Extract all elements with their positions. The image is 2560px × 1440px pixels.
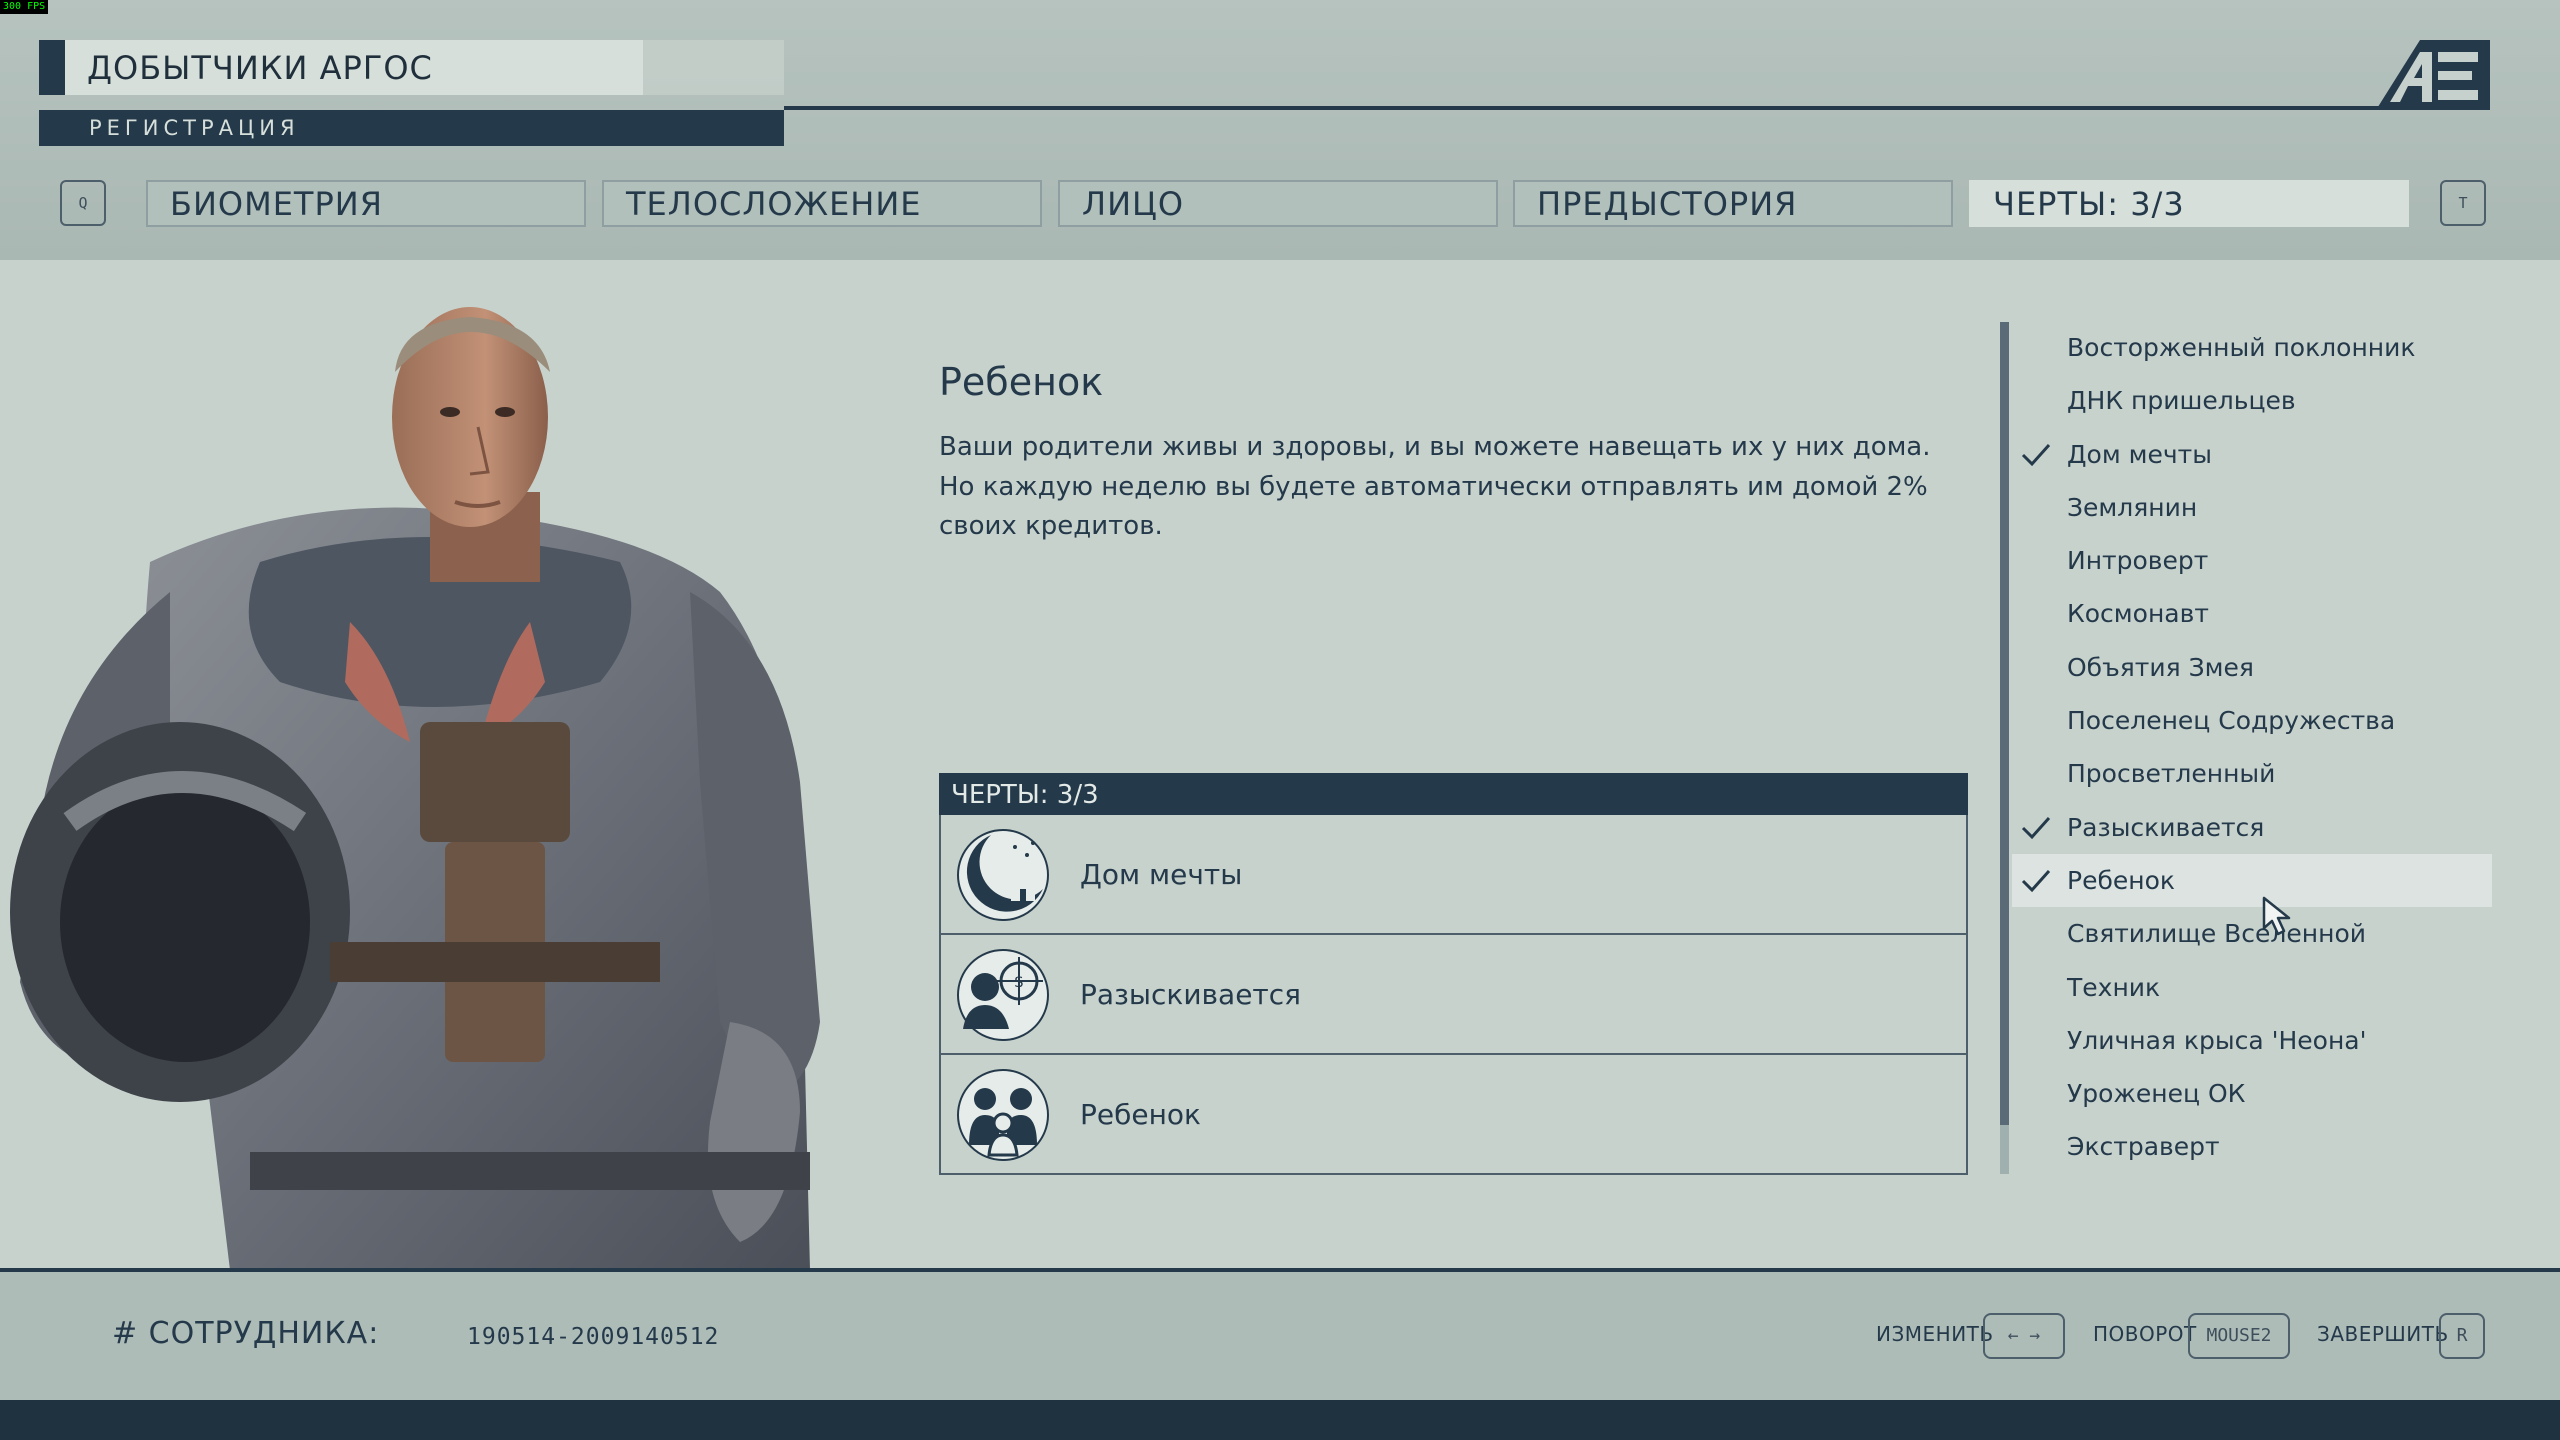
- selected-trait-row[interactable]: Дом мечты: [939, 815, 1968, 935]
- trait-list-item-label: Просветленный: [2067, 759, 2276, 789]
- checkmark-icon: [2021, 816, 2051, 839]
- trait-list-item-label: Космонавт: [2067, 599, 2209, 629]
- mouse-cursor-icon: [2262, 896, 2291, 936]
- trait-list-item[interactable]: Просветленный: [2012, 747, 2492, 800]
- tab-face[interactable]: ЛИЦО: [1058, 180, 1498, 227]
- character-preview[interactable]: [0, 262, 900, 1270]
- trait-list-item-label: Уроженец ОК: [2067, 1079, 2246, 1109]
- header: 300 FPS ДОБЫТЧИКИ АРГОС РЕГИСТРАЦИЯ Q БИ…: [0, 0, 2560, 260]
- trait-list-item-label: Разыскивается: [2067, 812, 2265, 842]
- trait-list-item-label: Объятия Змея: [2067, 652, 2254, 682]
- selected-trait-name: Разыскивается: [1080, 978, 1301, 1011]
- tab-biometrics[interactable]: БИОМЕТРИЯ: [146, 180, 586, 227]
- rotate-mouse2-button[interactable]: MOUSE2: [2188, 1313, 2290, 1359]
- trait-list-item-label: Экстраверт: [2067, 1132, 2220, 1162]
- trait-list-item-label: Техник: [2067, 972, 2161, 1002]
- bottom-band: [0, 1400, 2560, 1440]
- tab-traits[interactable]: ЧЕРТЫ: 3/3: [1969, 180, 2409, 227]
- trait-list: Восторженный поклонник ДНК пришельцев До…: [2012, 321, 2492, 1174]
- trait-list-item-label: Интроверт: [2067, 546, 2209, 576]
- checkmark-icon: [2021, 443, 2051, 466]
- trait-list-item[interactable]: Поселенец Содружества: [2012, 694, 2492, 747]
- selected-trait-name: Дом мечты: [1080, 858, 1243, 891]
- employee-number-value: 190514-2009140512: [467, 1324, 720, 1350]
- trait-list-item-label: Ребенок: [2067, 865, 2175, 895]
- trait-list-item-label: Землянин: [2067, 492, 2198, 522]
- prev-tab-key[interactable]: Q: [60, 180, 106, 226]
- dream-home-icon: [957, 829, 1049, 921]
- change-arrows-button[interactable]: ← →: [1983, 1313, 2065, 1359]
- section-title: РЕГИСТРАЦИЯ: [89, 116, 300, 140]
- trait-list-item[interactable]: Техник: [2012, 961, 2492, 1014]
- trait-list-item-label: Святилище Вселенной: [2067, 919, 2367, 949]
- trait-list-item[interactable]: Космонавт: [2012, 587, 2492, 640]
- trait-list-item-label: Дом мечты: [2067, 439, 2212, 469]
- next-tab-key[interactable]: T: [2440, 180, 2486, 226]
- trait-list-item[interactable]: Экстраверт: [2012, 1120, 2492, 1173]
- finish-r-button[interactable]: R: [2439, 1313, 2485, 1359]
- trait-list-item-label: ДНК пришельцев: [2067, 386, 2296, 416]
- trait-list-item-label: Поселенец Содружества: [2067, 706, 2396, 736]
- finish-hint-label: ЗАВЕРШИТЬ: [2317, 1322, 2449, 1346]
- employee-number-label: # СОТРУДНИКА:: [112, 1316, 380, 1351]
- constellation-logo-icon: [2376, 40, 2490, 110]
- trait-list-item[interactable]: ДНК пришельцев: [2012, 374, 2492, 427]
- selected-trait-row[interactable]: Ребенок: [939, 1055, 1968, 1175]
- selected-traits-header: ЧЕРТЫ: 3/3: [939, 773, 1968, 815]
- trait-list-item[interactable]: Восторженный поклонник: [2012, 321, 2492, 374]
- selected-trait-row[interactable]: $ Разыскивается: [939, 935, 1968, 1055]
- tab-background[interactable]: ПРЕДЫСТОРИЯ: [1513, 180, 1953, 227]
- trait-detail-description: Ваши родители живы и здоровы, и вы может…: [939, 432, 1931, 541]
- trait-list-item[interactable]: Разыскивается: [2012, 801, 2492, 854]
- tab-physique[interactable]: ТЕЛОСЛОЖЕНИЕ: [602, 180, 1042, 227]
- trait-list-item[interactable]: Объятия Змея: [2012, 641, 2492, 694]
- trait-list-item[interactable]: Интроверт: [2012, 534, 2492, 587]
- selected-traits-panel: ЧЕРТЫ: 3/3 Дом мечты $ Разыскивается Реб…: [939, 773, 1968, 1175]
- trait-list-scrollbar-thumb[interactable]: [2000, 322, 2009, 1125]
- trait-list-item[interactable]: Дом мечты: [2012, 428, 2492, 481]
- checkmark-icon: [2021, 869, 2051, 893]
- company-bar-accent: [39, 40, 65, 95]
- trait-list-item[interactable]: Уроженец ОК: [2012, 1067, 2492, 1120]
- svg-text:$: $: [1014, 972, 1024, 991]
- trait-detail-title: Ребенок: [939, 360, 1104, 404]
- trait-list-item-selected[interactable]: Ребенок: [2012, 853, 2492, 908]
- change-hint-label: ИЗМЕНИТЬ: [1876, 1322, 1994, 1346]
- rotate-hint-label: ПОВОРОТ: [2093, 1322, 2197, 1346]
- kid-stuff-icon: [957, 1069, 1049, 1161]
- trait-list-item[interactable]: Уличная крыса 'Неона': [2012, 1014, 2492, 1067]
- wanted-icon: $: [957, 949, 1049, 1041]
- company-title: ДОБЫТЧИКИ АРГОС: [87, 49, 433, 87]
- trait-list-item-label: Уличная крыса 'Неона': [2067, 1025, 2367, 1055]
- trait-list-item[interactable]: Святилище Вселенной: [2012, 907, 2492, 960]
- header-divider: [784, 106, 2484, 110]
- selected-trait-name: Ребенок: [1080, 1098, 1201, 1131]
- character-model: [10, 307, 820, 1270]
- trait-list-item[interactable]: Землянин: [2012, 481, 2492, 534]
- fps-counter: 300 FPS: [0, 0, 49, 14]
- trait-list-item-label: Восторженный поклонник: [2067, 333, 2416, 362]
